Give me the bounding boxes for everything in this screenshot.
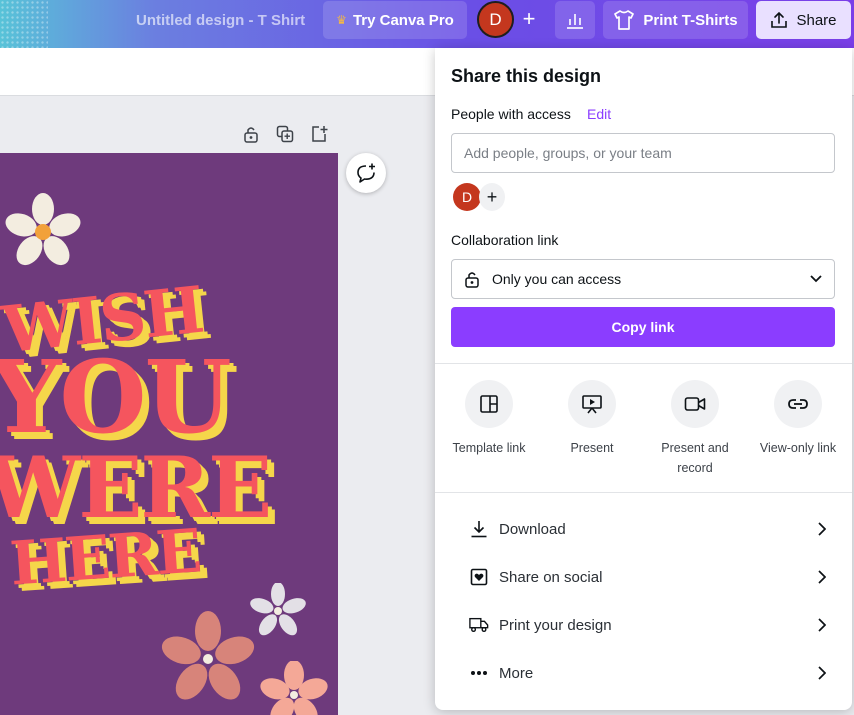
user-avatar[interactable]: D: [477, 1, 514, 38]
people-access-label: People with access: [451, 106, 571, 122]
lock-icon[interactable]: [241, 124, 261, 144]
template-link-label: Template link: [452, 441, 526, 455]
design-text-line-4: HERE: [7, 516, 203, 600]
design-canvas[interactable]: WISH YOU WERE HERE: [0, 153, 338, 715]
print-your-design-label: Print your design: [499, 616, 612, 634]
chevron-right-icon: [818, 666, 826, 680]
lock-icon: [465, 272, 479, 288]
view-only-link-label: View-only link: [759, 441, 837, 455]
share-panel: Share this design People with access Edi…: [435, 48, 852, 710]
try-canva-pro-button[interactable]: ♛ Try Canva Pro: [323, 1, 467, 39]
add-people-input[interactable]: [451, 133, 835, 173]
chevron-right-icon: [818, 618, 826, 632]
share-actions-list: Download Share on social Print your desi…: [435, 505, 852, 697]
flower-pink-large: [161, 611, 255, 700]
video-camera-icon: [671, 380, 719, 428]
collaborator-avatar[interactable]: D: [453, 183, 481, 211]
duplicate-page-icon[interactable]: [275, 124, 295, 144]
share-options: Template link Present Present and record…: [435, 380, 852, 478]
analytics-button[interactable]: [555, 1, 595, 39]
share-on-social-label: Share on social: [499, 568, 603, 586]
link-icon: [774, 380, 822, 428]
access-level-dropdown[interactable]: Only you can access: [451, 259, 835, 299]
analytics-icon: [567, 14, 583, 29]
present-label: Present: [570, 441, 614, 455]
template-icon: [465, 380, 513, 428]
edit-access-link[interactable]: Edit: [587, 106, 611, 122]
try-canva-pro-label: Try Canva Pro: [352, 11, 454, 29]
decorative-dots: [0, 0, 48, 48]
download-label: Download: [499, 520, 566, 538]
access-level-value: Only you can access: [492, 271, 622, 287]
flower-top: [5, 193, 81, 266]
share-on-social-row[interactable]: Share on social: [435, 553, 852, 601]
present-icon: [568, 380, 616, 428]
template-link-option[interactable]: Template link: [440, 380, 538, 478]
divider: [435, 363, 852, 364]
chevron-right-icon: [818, 570, 826, 584]
print-tshirts-label: Print T-Shirts: [643, 11, 738, 29]
truck-icon: [469, 615, 489, 635]
crown-icon: ♛: [336, 13, 347, 27]
add-collaborator-plus-icon[interactable]: +: [479, 183, 505, 211]
present-option[interactable]: Present: [543, 380, 641, 478]
chevron-right-icon: [818, 522, 826, 536]
divider: [435, 492, 852, 493]
flower-peach: [260, 661, 328, 715]
more-icon: [469, 663, 489, 683]
present-and-record-label: Present and record: [661, 441, 729, 475]
add-comment-button[interactable]: [346, 153, 386, 193]
view-only-link-option[interactable]: View-only link: [749, 380, 847, 478]
share-button[interactable]: Share: [756, 1, 851, 39]
plus-icon[interactable]: +: [514, 4, 544, 34]
download-row[interactable]: Download: [435, 505, 852, 553]
print-tshirts-button[interactable]: Print T-Shirts: [603, 1, 748, 39]
more-label: More: [499, 664, 534, 682]
copy-link-button[interactable]: Copy link: [451, 307, 835, 347]
share-label: Share: [796, 11, 837, 29]
present-and-record-option[interactable]: Present and record: [646, 380, 744, 478]
chevron-down-icon: [810, 275, 822, 283]
add-page-icon[interactable]: [309, 124, 329, 144]
collaboration-link-label: Collaboration link: [451, 232, 559, 248]
share-upload-icon: [771, 11, 788, 28]
tshirt-icon: [614, 10, 635, 30]
download-icon: [469, 519, 489, 539]
print-your-design-row[interactable]: Print your design: [435, 601, 852, 649]
share-panel-title: Share this design: [451, 66, 602, 86]
page-tools: [241, 124, 329, 144]
flower-white-small: [250, 583, 306, 636]
top-bar: Untitled design - T Shirt ♛ Try Canva Pr…: [0, 0, 854, 48]
comment-plus-icon: [357, 163, 375, 183]
heart-icon: [469, 567, 489, 587]
document-title[interactable]: Untitled design - T Shirt: [136, 12, 305, 29]
more-row[interactable]: More: [435, 649, 852, 697]
